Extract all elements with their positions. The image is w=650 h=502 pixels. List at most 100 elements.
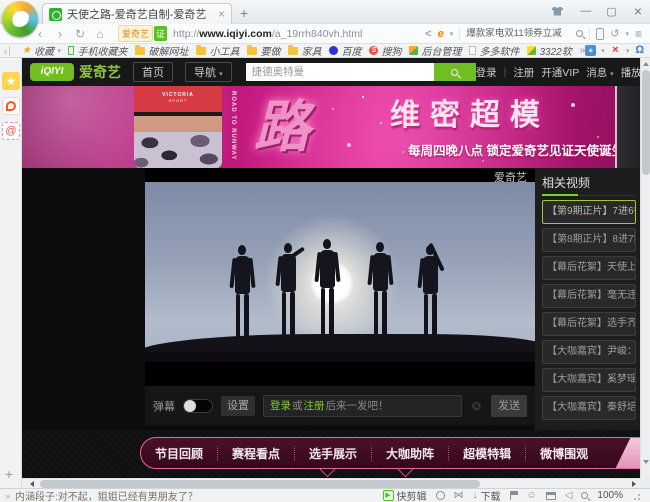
forward-icon[interactable]: › [50,27,70,41]
adblock-extension-icon[interactable]: × [610,45,621,56]
add-sidebar-icon[interactable]: + [5,466,13,482]
scroll-up-icon[interactable] [643,62,649,66]
horizontal-scrollbar[interactable] [22,478,640,488]
bookmark-item[interactable]: 多多软件 [469,44,519,58]
speaker-icon[interactable]: ◁ [565,491,573,501]
zoom-level[interactable]: 100% [597,490,623,501]
scroll-left-icon[interactable] [30,481,34,487]
tab-contestants[interactable]: 选手展示 [295,445,371,462]
related-video-item[interactable]: 【大咖嘉宾】尹峻：见面 [542,340,636,364]
share-icon[interactable]: < [425,28,431,40]
history-link[interactable]: 播放记录 ▾ [621,65,640,80]
download-tool[interactable]: ↓下载 [473,488,501,502]
account-extension-icon[interactable]: + [585,45,596,56]
promo-banner[interactable]: VICTORIASPORT ROAD TO RUNWAY 路 维密超模 每周四晚… [22,86,640,168]
nav-menu[interactable]: 导航 ▾ [185,62,232,82]
maximize-button[interactable]: ▢ [606,5,616,18]
hot-search-input[interactable] [466,27,570,41]
send-button[interactable]: 发送 [491,395,527,417]
search-extension-icon[interactable]: Ω [634,45,645,56]
login-link[interactable]: 登录 [476,65,497,80]
related-video-item[interactable]: 【幕后花絮】选手齐造反 [542,312,636,336]
status-news-link[interactable]: 内涵段子:对不起，姐姐已经有男朋友了？ [15,488,198,502]
refresh-icon[interactable]: ↻ [70,27,90,41]
url-field[interactable]: http://www.iqiyi.com/a_19rrh840vh.html [173,28,425,40]
bookmark-item[interactable]: 后台管理 [409,44,461,58]
related-video-item[interactable]: 【大咖嘉宾】奚梦瑶：吴 [542,368,636,392]
tab-weibo[interactable]: 微博围观 [526,445,602,462]
bookmark-item[interactable]: 要做 [247,44,280,58]
bookmark-item[interactable]: 手机收藏夹 [68,44,127,58]
video-player[interactable]: 爱奇艺 [145,168,535,385]
search-icon[interactable] [576,30,583,37]
chevron-down-icon[interactable]: ▾ [601,47,605,55]
bookmark-item[interactable]: 3322软 [527,44,571,58]
register-link[interactable]: 注册 [304,396,325,416]
restore-tab-icon[interactable]: ↺ [610,27,619,40]
site-search-button[interactable] [434,63,476,81]
weibo-share-icon[interactable] [2,97,20,115]
zoom-search-icon[interactable] [581,492,588,499]
skin-theme-icon[interactable] [551,7,563,16]
video-frame[interactable] [145,182,535,362]
danmu-settings-button[interactable]: 设置 [221,396,255,416]
model-photo: VICTORIASPORT [134,86,222,168]
more-section-wedge[interactable]: 人 [612,437,640,469]
chevron-down-icon: ▾ [610,71,614,78]
related-video-item[interactable]: 【大咖嘉宾】秦舒培：储 [542,396,636,420]
messages-link[interactable]: 消息 ▾ [586,65,613,80]
mood-icon[interactable]: ☺ [527,491,537,501]
mention-share-icon[interactable]: @ [2,122,20,140]
bookmark-item[interactable]: 破解网址 [135,44,188,58]
chevron-down-icon[interactable]: ▾ [450,30,454,38]
iqiyi-logo-text[interactable]: 爱奇艺 [79,62,121,82]
browser-tab[interactable]: 天使之路-爱奇艺自制-爱奇艺 × [42,3,232,24]
scroll-right-icon[interactable] [632,481,636,487]
ie-mode-icon[interactable]: e [438,28,444,40]
mobile-sync-icon[interactable] [596,28,604,40]
mini-window-icon[interactable] [546,492,556,500]
related-video-item[interactable]: 【第8期正片】8进7致炮 [542,228,636,252]
tab-schedule[interactable]: 赛程看点 [218,445,294,462]
minimize-button[interactable]: — [580,5,589,17]
register-link[interactable]: 注册 [513,65,534,80]
bookmark-item[interactable]: 家具 [288,44,321,58]
scroll-down-icon[interactable] [643,460,649,464]
expand-status-icon[interactable]: » [5,491,10,501]
favorite-star-button[interactable]: ★ [2,72,20,90]
related-video-item[interactable]: 【幕后花絮】毫无违和！ [542,284,636,308]
collapse-sidebar-icon[interactable]: ‹ [4,46,10,56]
danmu-input[interactable]: 登录 或 注册 后来一发吧！ [263,395,462,417]
tab-supermodel-special[interactable]: 超模特辑 [449,445,525,462]
emoji-icon[interactable]: ☺ [470,398,483,413]
network-status-icon[interactable] [436,491,445,500]
login-link[interactable]: 登录 [270,396,291,416]
danmu-toggle[interactable] [183,399,213,413]
tab-guests[interactable]: 大咖助阵 [372,445,448,462]
iqiyi-logo[interactable]: iQIYI [30,63,74,81]
site-name-badge[interactable]: 爱奇艺 [118,25,153,42]
bookmark-favorites[interactable]: ★收藏▾ [22,44,60,58]
nav-home[interactable]: 首页 [133,62,173,82]
bookmark-item[interactable]: 小工具 [196,44,239,58]
vertical-scrollbar-thumb[interactable] [642,70,650,175]
vertical-scrollbar[interactable] [640,58,650,478]
related-video-item[interactable]: 【第9期正片】7进6香格 [542,200,636,224]
quick-cut-tool[interactable]: ▶快剪辑 [383,488,427,502]
chevron-down-icon[interactable]: ▾ [626,47,630,55]
tab-program-review[interactable]: 节目回顾 [141,445,217,462]
tools-icon[interactable]: ⋈ [454,491,464,501]
home-icon[interactable]: ⌂ [90,27,110,41]
close-window-button[interactable]: × [634,3,642,19]
chevron-down-icon[interactable]: ▾ [625,30,629,38]
bookmark-baidu[interactable]: 百度 [329,44,361,58]
related-video-item[interactable]: 【幕后花絮】天使上演百 [542,256,636,280]
site-search-input[interactable] [246,63,434,81]
browser-360-logo[interactable] [2,1,38,37]
bookmark-sogou[interactable]: S搜狗 [369,44,401,58]
new-tab-button[interactable]: + [240,5,248,21]
vip-link[interactable]: 开通VIP [541,65,579,80]
menu-icon[interactable]: ≡ [635,27,642,41]
report-flag-icon[interactable] [510,491,518,500]
tab-close-icon[interactable]: × [218,8,225,20]
